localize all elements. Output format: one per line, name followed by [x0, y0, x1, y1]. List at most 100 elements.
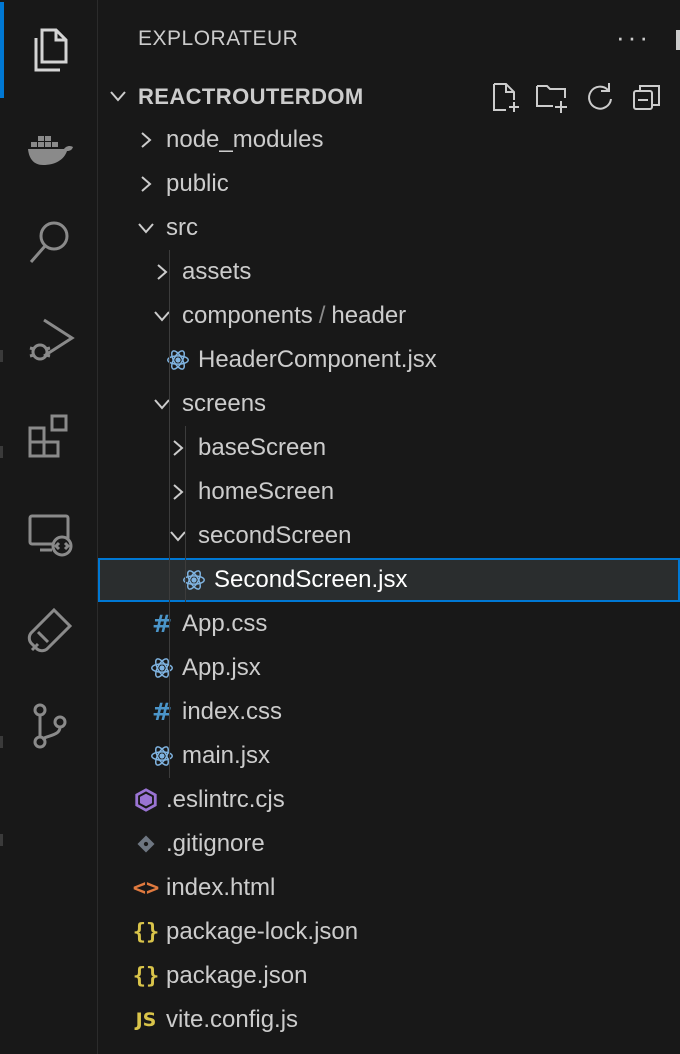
tree-item-name: index.css	[182, 698, 283, 725]
css-hash-icon: #	[151, 610, 173, 638]
tree-item-name: secondScreen	[198, 522, 352, 549]
active-indicator	[0, 2, 4, 98]
tree-item-label: .gitignore	[166, 830, 265, 858]
extensions-icon[interactable]	[22, 408, 78, 464]
chevron-down-icon	[110, 91, 126, 102]
tree-item-name: components	[182, 302, 313, 329]
tree-item-label: homeScreen	[198, 478, 334, 506]
tree-item-name: src	[166, 214, 198, 241]
tree-item-subname: header	[331, 302, 407, 329]
tree-file-row[interactable]: # index.css	[98, 690, 680, 734]
tree-folder-row[interactable]: public	[98, 162, 680, 206]
tree-file-row[interactable]: main.jsx	[98, 734, 680, 778]
workspace-root-label: REACTROUTERDOM	[138, 84, 364, 109]
edge-marker	[0, 834, 3, 846]
eslint-icon	[132, 786, 160, 814]
react-icon	[148, 654, 176, 682]
tree-item-name: .eslintrc.cjs	[166, 786, 285, 813]
tree-file-row[interactable]: {} package.json	[98, 954, 680, 998]
edge-marker	[0, 736, 3, 748]
javascript-icon: JS	[135, 1009, 157, 1031]
files-icon[interactable]	[22, 22, 78, 78]
search-icon[interactable]	[22, 214, 78, 270]
tree-folder-row[interactable]: components / header	[98, 294, 680, 338]
tree-item-label: vite.config.js	[166, 1006, 298, 1034]
tree-item-label: HeaderComponent.jsx	[198, 346, 437, 374]
tree-item-name: main.jsx	[182, 742, 271, 769]
tree-item-label: App.css	[182, 610, 267, 638]
tree-item-label: assets	[182, 258, 251, 286]
tree-item-label: index.html	[166, 874, 275, 902]
tree-item-name: package.json	[166, 962, 308, 989]
tree-item-name: HeaderComponent.jsx	[198, 346, 437, 373]
new-folder-icon[interactable]	[534, 80, 568, 114]
edge-marker	[0, 350, 3, 362]
tree-item-name: homeScreen	[198, 478, 335, 505]
tree-file-row[interactable]: App.jsx	[98, 646, 680, 690]
indent-guide	[169, 250, 170, 778]
tree-item-name: vite.config.js	[166, 1006, 299, 1033]
tree-item-label: secondScreen	[198, 522, 351, 550]
tree-item-name: screens	[182, 390, 267, 417]
git-icon	[132, 830, 160, 858]
tree-item-name: node_modules	[166, 126, 324, 153]
tree-folder-row[interactable]: assets	[98, 250, 680, 294]
tree-item-label: baseScreen	[198, 434, 326, 462]
docker-icon[interactable]	[22, 122, 78, 178]
tree-item-label: index.css	[182, 698, 282, 726]
tree-item-label: package.json	[166, 962, 307, 990]
json-braces-icon: {}	[132, 963, 160, 989]
explorer-title: EXPLORATEUR	[138, 27, 299, 50]
tree-item-label: screens	[182, 390, 266, 418]
tree-file-row[interactable]: <> index.html	[98, 866, 680, 910]
activity-bar	[0, 0, 98, 1054]
tree-item-name: assets	[182, 258, 252, 285]
workspace-root-header[interactable]: REACTROUTERDOM	[98, 74, 680, 118]
source-control-icon[interactable]	[22, 698, 78, 754]
tree-file-row[interactable]: .gitignore	[98, 822, 680, 866]
tree-item-name: SecondScreen.jsx	[214, 566, 408, 593]
tree-item-name: App.css	[182, 610, 268, 637]
tree-item-label: components / header	[182, 302, 406, 330]
tree-item-label: src	[166, 214, 198, 242]
edge-marker	[0, 446, 3, 458]
tree-file-row[interactable]: # App.css	[98, 602, 680, 646]
remote-explorer-icon[interactable]	[22, 506, 78, 562]
tree-folder-row[interactable]: node_modules	[98, 118, 680, 162]
tree-item-name: public	[166, 170, 229, 197]
scroll-edge	[676, 30, 680, 50]
tree-file-row[interactable]: JS vite.config.js	[98, 998, 680, 1042]
tree-item-label: App.jsx	[182, 654, 261, 682]
chevron-right-icon[interactable]	[136, 174, 156, 194]
collapse-all-icon[interactable]	[630, 80, 664, 114]
tree-item-name: .gitignore	[166, 830, 265, 857]
tree-item-name: package-lock.json	[166, 918, 359, 945]
chevron-down-icon[interactable]	[136, 218, 156, 238]
tree-folder-row[interactable]: screens	[98, 382, 680, 426]
json-braces-icon: {}	[132, 919, 160, 945]
testing-icon[interactable]	[22, 602, 78, 658]
tree-item-label: node_modules	[166, 126, 323, 154]
tree-item-label: SecondScreen.jsx	[214, 566, 407, 594]
tree-item-name: index.html	[166, 874, 276, 901]
indent-guide	[185, 426, 186, 602]
refresh-icon[interactable]	[582, 80, 616, 114]
css-hash-icon: #	[151, 698, 173, 726]
tree-folder-row[interactable]: src	[98, 206, 680, 250]
path-separator: /	[318, 302, 326, 329]
html-icon: <>	[132, 875, 160, 901]
tree-item-label: package-lock.json	[166, 918, 358, 946]
explorer-sidebar: EXPLORATEUR ··· REACTROUTERDOM node_modu…	[98, 0, 680, 1054]
chevron-right-icon[interactable]	[136, 130, 156, 150]
tree-file-row[interactable]: {} package-lock.json	[98, 910, 680, 954]
tree-item-name: App.jsx	[182, 654, 261, 681]
tree-file-row[interactable]: HeaderComponent.jsx	[98, 338, 680, 382]
tree-item-label: public	[166, 170, 229, 198]
tree-item-label: .eslintrc.cjs	[166, 786, 285, 814]
more-actions-button[interactable]: ···	[616, 22, 651, 53]
new-file-icon[interactable]	[488, 80, 522, 114]
tree-file-row[interactable]: .eslintrc.cjs	[98, 778, 680, 822]
tree-item-label: main.jsx	[182, 742, 270, 770]
tree-item-name: baseScreen	[198, 434, 327, 461]
run-debug-icon[interactable]	[22, 312, 78, 368]
